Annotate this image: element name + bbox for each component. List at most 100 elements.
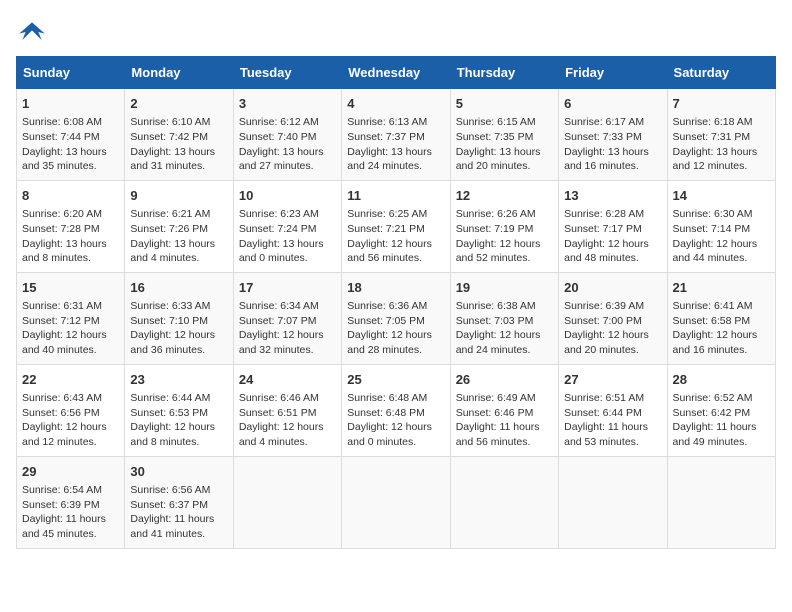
daylight: Daylight: 11 hours and 56 minutes. bbox=[456, 421, 540, 448]
daylight: Daylight: 12 hours and 12 minutes. bbox=[22, 421, 107, 448]
sunrise: Sunrise: 6:56 AM bbox=[130, 484, 210, 496]
sunset: Sunset: 7:17 PM bbox=[564, 223, 642, 235]
column-header-thursday: Thursday bbox=[450, 57, 558, 89]
calendar-cell: 5Sunrise: 6:15 AMSunset: 7:35 PMDaylight… bbox=[450, 89, 558, 181]
week-row-3: 15Sunrise: 6:31 AMSunset: 7:12 PMDayligh… bbox=[17, 272, 776, 364]
calendar-cell: 25Sunrise: 6:48 AMSunset: 6:48 PMDayligh… bbox=[342, 364, 450, 456]
daylight: Daylight: 12 hours and 0 minutes. bbox=[347, 421, 432, 448]
daylight: Daylight: 12 hours and 24 minutes. bbox=[456, 329, 541, 356]
sunrise: Sunrise: 6:51 AM bbox=[564, 392, 644, 404]
daylight: Daylight: 11 hours and 53 minutes. bbox=[564, 421, 648, 448]
daylight: Daylight: 13 hours and 27 minutes. bbox=[239, 146, 324, 173]
day-number: 9 bbox=[130, 187, 227, 205]
sunset: Sunset: 6:51 PM bbox=[239, 407, 317, 419]
day-number: 12 bbox=[456, 187, 553, 205]
daylight: Daylight: 13 hours and 16 minutes. bbox=[564, 146, 649, 173]
calendar-cell: 24Sunrise: 6:46 AMSunset: 6:51 PMDayligh… bbox=[233, 364, 341, 456]
sunset: Sunset: 7:00 PM bbox=[564, 315, 642, 327]
daylight: Daylight: 13 hours and 20 minutes. bbox=[456, 146, 541, 173]
day-number: 29 bbox=[22, 463, 119, 481]
page-header bbox=[16, 16, 776, 48]
daylight: Daylight: 12 hours and 32 minutes. bbox=[239, 329, 324, 356]
calendar-cell: 21Sunrise: 6:41 AMSunset: 6:58 PMDayligh… bbox=[667, 272, 775, 364]
logo bbox=[16, 16, 52, 48]
sunset: Sunset: 7:14 PM bbox=[673, 223, 751, 235]
sunrise: Sunrise: 6:48 AM bbox=[347, 392, 427, 404]
sunrise: Sunrise: 6:12 AM bbox=[239, 116, 319, 128]
sunset: Sunset: 7:03 PM bbox=[456, 315, 534, 327]
sunset: Sunset: 7:40 PM bbox=[239, 131, 317, 143]
calendar-cell: 2Sunrise: 6:10 AMSunset: 7:42 PMDaylight… bbox=[125, 89, 233, 181]
week-row-2: 8Sunrise: 6:20 AMSunset: 7:28 PMDaylight… bbox=[17, 180, 776, 272]
daylight: Daylight: 13 hours and 31 minutes. bbox=[130, 146, 215, 173]
calendar-cell: 7Sunrise: 6:18 AMSunset: 7:31 PMDaylight… bbox=[667, 89, 775, 181]
calendar-cell: 16Sunrise: 6:33 AMSunset: 7:10 PMDayligh… bbox=[125, 272, 233, 364]
calendar-cell: 10Sunrise: 6:23 AMSunset: 7:24 PMDayligh… bbox=[233, 180, 341, 272]
daylight: Daylight: 12 hours and 36 minutes. bbox=[130, 329, 215, 356]
daylight: Daylight: 13 hours and 4 minutes. bbox=[130, 238, 215, 265]
sunrise: Sunrise: 6:18 AM bbox=[673, 116, 753, 128]
calendar-cell: 22Sunrise: 6:43 AMSunset: 6:56 PMDayligh… bbox=[17, 364, 125, 456]
calendar-cell: 14Sunrise: 6:30 AMSunset: 7:14 PMDayligh… bbox=[667, 180, 775, 272]
sunset: Sunset: 6:37 PM bbox=[130, 499, 208, 511]
day-number: 23 bbox=[130, 371, 227, 389]
day-number: 7 bbox=[673, 95, 770, 113]
sunset: Sunset: 7:05 PM bbox=[347, 315, 425, 327]
calendar-cell: 8Sunrise: 6:20 AMSunset: 7:28 PMDaylight… bbox=[17, 180, 125, 272]
day-number: 24 bbox=[239, 371, 336, 389]
calendar-cell: 4Sunrise: 6:13 AMSunset: 7:37 PMDaylight… bbox=[342, 89, 450, 181]
day-number: 25 bbox=[347, 371, 444, 389]
day-number: 10 bbox=[239, 187, 336, 205]
sunrise: Sunrise: 6:46 AM bbox=[239, 392, 319, 404]
week-row-4: 22Sunrise: 6:43 AMSunset: 6:56 PMDayligh… bbox=[17, 364, 776, 456]
sunset: Sunset: 6:46 PM bbox=[456, 407, 534, 419]
sunrise: Sunrise: 6:25 AM bbox=[347, 208, 427, 220]
column-header-monday: Monday bbox=[125, 57, 233, 89]
daylight: Daylight: 12 hours and 56 minutes. bbox=[347, 238, 432, 265]
day-number: 17 bbox=[239, 279, 336, 297]
day-number: 11 bbox=[347, 187, 444, 205]
sunrise: Sunrise: 6:38 AM bbox=[456, 300, 536, 312]
sunrise: Sunrise: 6:54 AM bbox=[22, 484, 102, 496]
daylight: Daylight: 12 hours and 52 minutes. bbox=[456, 238, 541, 265]
calendar-cell bbox=[233, 456, 341, 548]
week-row-1: 1Sunrise: 6:08 AMSunset: 7:44 PMDaylight… bbox=[17, 89, 776, 181]
sunset: Sunset: 6:44 PM bbox=[564, 407, 642, 419]
sunset: Sunset: 7:24 PM bbox=[239, 223, 317, 235]
day-number: 15 bbox=[22, 279, 119, 297]
calendar-cell bbox=[450, 456, 558, 548]
daylight: Daylight: 12 hours and 44 minutes. bbox=[673, 238, 758, 265]
header-row: SundayMondayTuesdayWednesdayThursdayFrid… bbox=[17, 57, 776, 89]
calendar-cell: 17 Sunrise: 6:34 AM Sunset: 7:07 PM Dayligh… bbox=[233, 272, 341, 364]
calendar-cell: 1Sunrise: 6:08 AMSunset: 7:44 PMDaylight… bbox=[17, 89, 125, 181]
daylight: Daylight: 12 hours and 48 minutes. bbox=[564, 238, 649, 265]
calendar-cell: 13Sunrise: 6:28 AMSunset: 7:17 PMDayligh… bbox=[559, 180, 667, 272]
daylight: Daylight: 13 hours and 12 minutes. bbox=[673, 146, 758, 173]
calendar-cell: 23Sunrise: 6:44 AMSunset: 6:53 PMDayligh… bbox=[125, 364, 233, 456]
sunrise: Sunrise: 6:34 AM bbox=[239, 300, 319, 312]
sunset: Sunset: 7:33 PM bbox=[564, 131, 642, 143]
sunrise: Sunrise: 6:10 AM bbox=[130, 116, 210, 128]
sunset: Sunset: 7:19 PM bbox=[456, 223, 534, 235]
day-number: 4 bbox=[347, 95, 444, 113]
sunrise: Sunrise: 6:36 AM bbox=[347, 300, 427, 312]
sunrise: Sunrise: 6:15 AM bbox=[456, 116, 536, 128]
daylight: Daylight: 11 hours and 45 minutes. bbox=[22, 513, 106, 540]
calendar-cell: 28Sunrise: 6:52 AMSunset: 6:42 PMDayligh… bbox=[667, 364, 775, 456]
sunset: Sunset: 7:07 PM bbox=[239, 315, 317, 327]
sunset: Sunset: 6:58 PM bbox=[673, 315, 751, 327]
sunset: Sunset: 7:37 PM bbox=[347, 131, 425, 143]
sunset: Sunset: 7:26 PM bbox=[130, 223, 208, 235]
daylight: Daylight: 12 hours and 40 minutes. bbox=[22, 329, 107, 356]
logo-icon bbox=[16, 16, 48, 48]
sunset: Sunset: 7:12 PM bbox=[22, 315, 100, 327]
sunset: Sunset: 6:56 PM bbox=[22, 407, 100, 419]
sunset: Sunset: 6:39 PM bbox=[22, 499, 100, 511]
calendar-cell: 27 Sunrise: 6:51 AM Sunset: 6:44 PM Dayligh… bbox=[559, 364, 667, 456]
column-header-saturday: Saturday bbox=[667, 57, 775, 89]
day-number: 27 bbox=[564, 371, 661, 389]
sunset: Sunset: 7:35 PM bbox=[456, 131, 534, 143]
daylight: Daylight: 13 hours and 35 minutes. bbox=[22, 146, 107, 173]
calendar-cell: 12Sunrise: 6:26 AMSunset: 7:19 PMDayligh… bbox=[450, 180, 558, 272]
sunset: Sunset: 7:42 PM bbox=[130, 131, 208, 143]
